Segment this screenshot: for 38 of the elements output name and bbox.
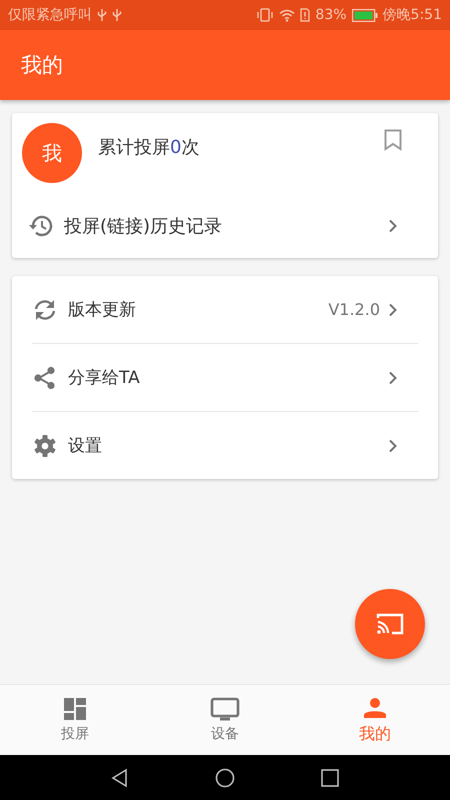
history-icon bbox=[28, 214, 54, 238]
page-title: 我的 bbox=[21, 52, 63, 79]
battery-icon bbox=[352, 8, 378, 22]
menu-label: 分享给TA bbox=[68, 367, 140, 389]
person-icon bbox=[363, 696, 387, 720]
chevron-icon bbox=[388, 218, 398, 232]
settings-icon bbox=[32, 434, 58, 458]
battery-percent: 83% bbox=[315, 7, 347, 23]
back-icon[interactable] bbox=[110, 768, 130, 788]
menu-item[interactable]: 分享给TA bbox=[32, 344, 418, 411]
chevron-icon bbox=[388, 302, 398, 316]
refresh-icon bbox=[32, 298, 58, 322]
nav-tab[interactable]: 设备 bbox=[150, 685, 300, 755]
vibrate-icon bbox=[256, 8, 274, 22]
bookmark-icon[interactable] bbox=[384, 129, 402, 151]
nav-tab[interactable]: 投屏 bbox=[0, 685, 150, 755]
menu-label: 版本更新 bbox=[68, 299, 136, 321]
chevron-icon bbox=[388, 370, 398, 384]
menu-item[interactable]: 设置 bbox=[32, 412, 418, 479]
version-text: V1.2.0 bbox=[328, 300, 380, 319]
dashboard-icon bbox=[63, 697, 87, 721]
sim-icon bbox=[300, 8, 310, 22]
monitor-icon bbox=[210, 697, 240, 721]
wifi-icon bbox=[279, 8, 296, 22]
home-icon[interactable] bbox=[215, 768, 235, 788]
history-item[interactable]: 投屏(链接)历史记录 bbox=[12, 193, 438, 258]
cast-icon bbox=[376, 612, 404, 636]
menu-label: 设置 bbox=[68, 435, 102, 457]
cast-button[interactable] bbox=[355, 589, 425, 659]
history-label: 投屏(链接)历史记录 bbox=[64, 214, 222, 238]
cast-count-text: 累计投屏0次 bbox=[98, 136, 200, 159]
usb-icon bbox=[112, 8, 122, 22]
clock-text: 傍晚5:51 bbox=[382, 6, 442, 24]
usb-icon bbox=[97, 8, 107, 22]
recents-icon[interactable] bbox=[320, 768, 340, 788]
chevron-icon bbox=[388, 438, 398, 452]
carrier-text: 仅限紧急呼叫 bbox=[8, 6, 92, 24]
menu-item[interactable]: 版本更新 V1.2.0 bbox=[32, 276, 418, 343]
